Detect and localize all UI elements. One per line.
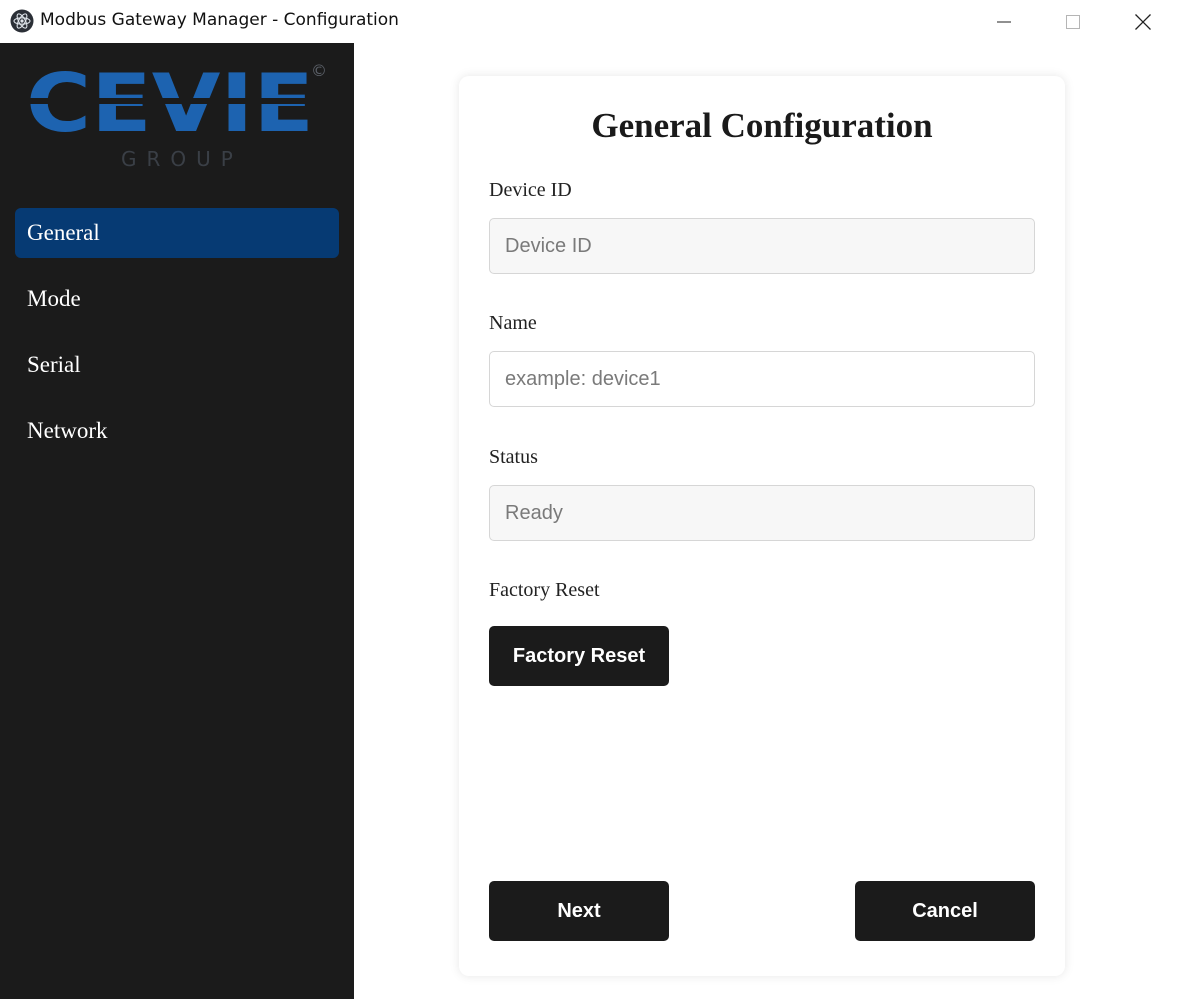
close-button[interactable] <box>1108 0 1177 43</box>
next-button[interactable]: Next <box>489 881 669 941</box>
factory-reset-label: Factory Reset <box>489 579 600 601</box>
close-icon <box>1135 13 1151 30</box>
factory-reset-button[interactable]: Factory Reset <box>489 626 669 686</box>
window-title: Modbus Gateway Manager - Configuration <box>40 10 399 30</box>
config-card: General Configuration Device ID Name Sta… <box>459 76 1065 976</box>
title-bar: Modbus Gateway Manager - Configuration <box>0 0 1177 43</box>
sidebar-item-network[interactable]: Network <box>15 406 339 456</box>
device-id-field[interactable] <box>489 218 1035 274</box>
main-panel: General Configuration Device ID Name Sta… <box>354 43 1177 999</box>
sidebar-item-mode[interactable]: Mode <box>15 274 339 324</box>
status-field[interactable] <box>489 485 1035 541</box>
sidebar-item-serial[interactable]: Serial <box>15 340 339 390</box>
maximize-icon <box>1066 14 1080 29</box>
svg-text:©: © <box>311 61 327 80</box>
minimize-icon <box>997 21 1011 22</box>
maximize-button[interactable] <box>1038 0 1108 43</box>
sidebar-item-general[interactable]: General <box>15 208 339 258</box>
svg-text:GROUP: GROUP <box>121 147 243 171</box>
name-field[interactable] <box>489 351 1035 407</box>
cevie-logo: CEVIE GROUP © <box>20 58 327 171</box>
minimize-button[interactable] <box>969 0 1039 43</box>
status-label: Status <box>489 446 538 468</box>
page-title: General Configuration <box>591 106 933 145</box>
sidebar: CEVIE GROUP © General Mode Serial Networ… <box>0 43 354 999</box>
name-label: Name <box>489 312 537 334</box>
device-id-label: Device ID <box>489 179 572 201</box>
app-icon <box>10 9 34 33</box>
cancel-button[interactable]: Cancel <box>855 881 1035 941</box>
